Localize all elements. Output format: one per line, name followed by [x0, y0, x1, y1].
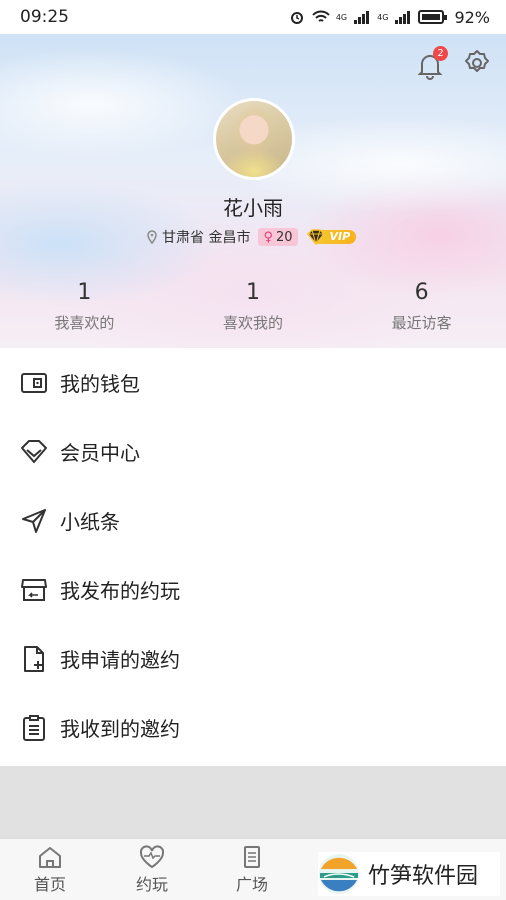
signal-icon — [354, 11, 370, 24]
location-text: 甘肃省 金昌市 — [162, 230, 251, 246]
stat-label: 最近访客 — [391, 314, 452, 332]
store-icon — [21, 578, 47, 601]
watermark-logo-icon — [319, 854, 359, 894]
female-icon: ♀ — [263, 229, 273, 245]
stat-likes-me[interactable]: 1 喜欢我的 — [169, 278, 338, 333]
menu-item-applied-invites[interactable]: 我申请的邀约 — [0, 624, 506, 693]
watermark-text: 竹笋软件园 — [368, 864, 479, 889]
avatar[interactable] — [213, 98, 295, 180]
signal-icon-2 — [395, 11, 411, 24]
document-icon — [244, 846, 260, 868]
signal-label-2: 4G — [377, 12, 389, 22]
stat-label: 我喜欢的 — [54, 314, 115, 332]
menu-item-label: 会员中心 — [60, 441, 140, 465]
menu-item-label: 我发布的约玩 — [60, 579, 180, 603]
age-text: 20 — [275, 229, 293, 245]
home-icon — [39, 847, 61, 868]
menu-item-my-posts[interactable]: 我发布的约玩 — [0, 555, 506, 624]
stat-label: 喜欢我的 — [222, 314, 283, 332]
tab-label: 约玩 — [135, 875, 168, 894]
tab-play[interactable]: 约玩 — [122, 845, 182, 895]
file-add-icon — [24, 645, 44, 672]
signal-label-1: 4G — [335, 12, 348, 22]
location-pin-icon — [147, 230, 157, 244]
menu-item-received-invites[interactable]: 我收到的邀约 — [0, 693, 506, 762]
menu-list: 我的钱包 会员中心 小纸条 我发布的约玩 我申请的邀约 我收到的邀约 — [0, 348, 506, 762]
notification-badge: 2 — [433, 46, 448, 61]
menu-item-notes[interactable]: 小纸条 — [0, 486, 506, 555]
gear-icon[interactable] — [462, 48, 492, 78]
empty-area — [0, 766, 506, 838]
profile-header: 2 花小雨 甘肃省 金昌市 ♀ 20 VIP 1 我喜欢的 1 喜欢我的 6 最… — [0, 34, 506, 348]
wifi-icon — [312, 10, 330, 22]
heart-pulse-icon — [139, 845, 165, 869]
stat-value: 1 — [245, 280, 260, 305]
battery-icon — [418, 10, 448, 24]
username: 花小雨 — [223, 196, 283, 220]
gender-age-badge: ♀ 20 — [258, 228, 298, 246]
tab-label: 首页 — [33, 875, 66, 894]
vip-diamond-icon — [306, 229, 325, 245]
alarm-icon — [290, 12, 303, 24]
stat-value: 1 — [77, 280, 92, 305]
stat-i-like[interactable]: 1 我喜欢的 — [0, 278, 169, 333]
clipboard-icon — [23, 714, 45, 741]
tab-label: 广场 — [235, 875, 268, 894]
stat-recent-visitors[interactable]: 6 最近访客 — [337, 278, 506, 333]
menu-item-label: 小纸条 — [60, 510, 120, 534]
menu-item-label: 我收到的邀约 — [60, 717, 180, 741]
watermark: 竹笋软件园 — [318, 852, 500, 896]
menu-item-vip-center[interactable]: 会员中心 — [0, 417, 506, 486]
wallet-icon — [21, 372, 47, 393]
status-bar: 09:25 4G 4G 92% — [0, 0, 506, 34]
diamond-icon — [21, 439, 47, 463]
tab-square[interactable]: 广场 — [222, 845, 282, 895]
tab-home[interactable]: 首页 — [20, 845, 80, 895]
send-icon — [22, 508, 46, 533]
menu-item-wallet[interactable]: 我的钱包 — [0, 348, 506, 417]
menu-item-label: 我的钱包 — [60, 372, 140, 396]
status-time: 09:25 — [20, 7, 69, 27]
stats-row: 1 我喜欢的 1 喜欢我的 6 最近访客 — [0, 278, 506, 333]
stat-value: 6 — [414, 280, 429, 305]
status-icons: 4G 4G 92% — [288, 8, 490, 27]
menu-item-label: 我申请的邀约 — [60, 648, 180, 672]
location-row: 甘肃省 金昌市 ♀ 20 VIP — [146, 228, 357, 246]
vip-badge: VIP — [306, 229, 357, 245]
battery-percent: 92% — [454, 7, 490, 27]
